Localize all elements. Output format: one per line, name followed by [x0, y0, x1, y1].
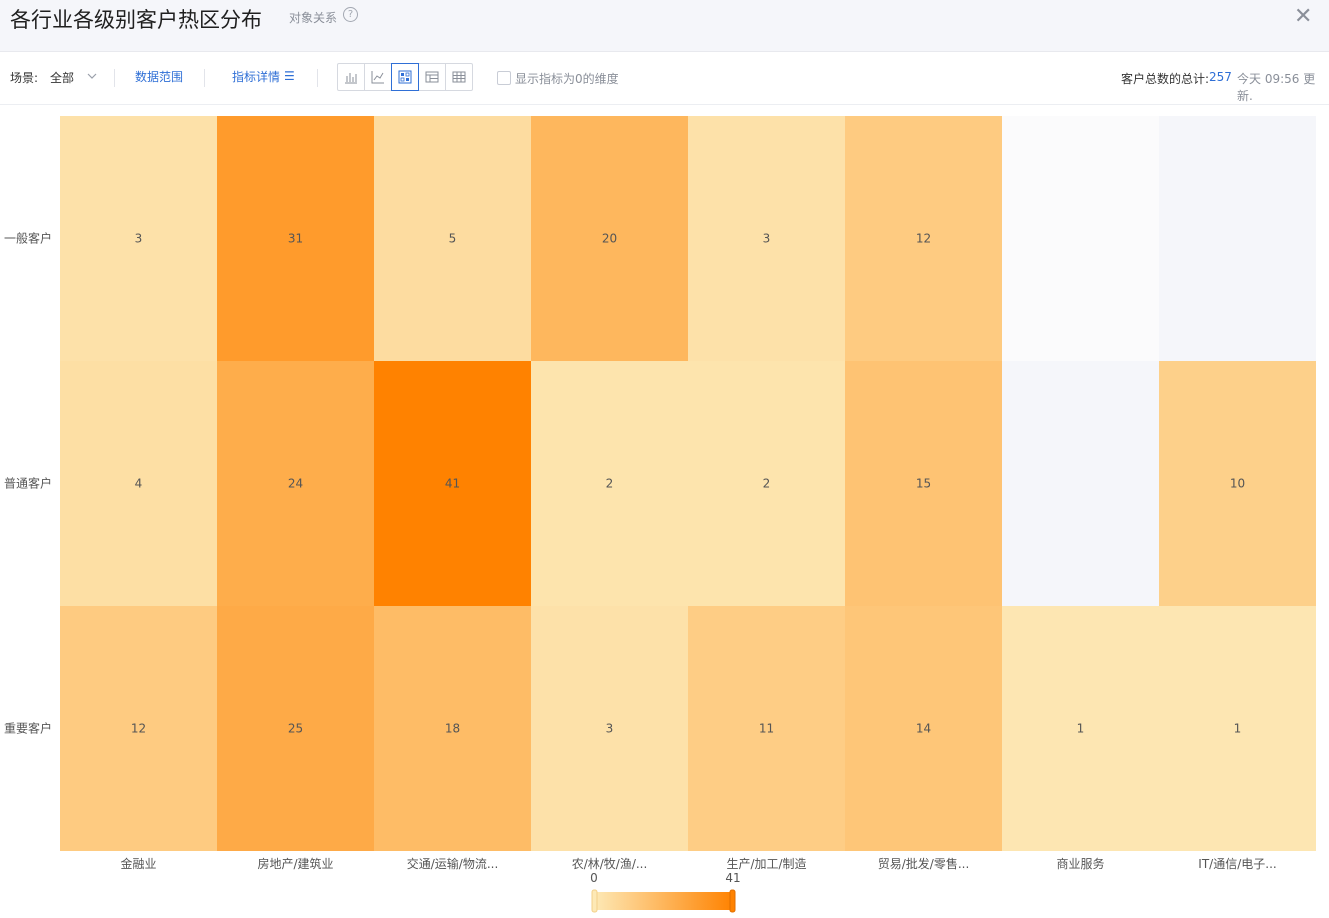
x-axis-label: 生产/加工/制造 — [726, 857, 806, 871]
cell-value-label: 25 — [288, 722, 303, 736]
cell-value-label: 2 — [606, 477, 614, 491]
legend-max-handle[interactable] — [729, 889, 736, 913]
table-icon — [452, 71, 466, 83]
cell-value-label: 10 — [1230, 477, 1245, 491]
x-axis-label: 商业服务 — [1056, 856, 1104, 871]
list-icon[interactable]: ☰ — [284, 69, 295, 83]
page-title: 各行业各级别客户热区分布 — [10, 8, 262, 32]
y-axis-label: 重要客户 — [4, 721, 52, 736]
show-zero-label: 显示指标为0的维度 — [515, 72, 619, 86]
heatmap-button[interactable] — [391, 63, 419, 91]
cell-value-label: 5 — [449, 232, 457, 246]
divider — [114, 69, 115, 87]
object-relation-label: 对象关系 — [289, 11, 338, 25]
pivot-table-icon — [425, 71, 439, 83]
x-axis-label: 交通/运输/物流... — [407, 856, 499, 871]
line-chart-button[interactable] — [364, 63, 392, 91]
dialog-header: 各行业各级别客户热区分布 对象关系 ? ✕ — [0, 0, 1329, 52]
cell-value-label: 15 — [916, 477, 931, 491]
bar-chart-button[interactable] — [337, 63, 365, 91]
cell-value-label: 12 — [131, 722, 146, 736]
cell-value-label: 14 — [916, 722, 931, 736]
legend-min-label: 0 — [590, 871, 598, 885]
cell-value-label: 3 — [606, 722, 614, 736]
toolbar: 场景: 全部 数据范围 指标详情 ☰ 显示指标为0的维度 客户总数的总计: 25… — [0, 53, 1329, 105]
cell-value-label: 1 — [1077, 722, 1085, 736]
scene-select[interactable]: 全部 — [50, 69, 74, 86]
heatmap-cell-empty[interactable] — [1159, 116, 1316, 361]
cell-value-label: 11 — [759, 722, 774, 736]
cell-value-label: 3 — [763, 232, 771, 246]
y-axis-label: 普通客户 — [4, 476, 52, 491]
heatmap-cell-empty[interactable] — [1002, 361, 1159, 606]
total-value: 257 — [1209, 70, 1232, 84]
pivot-table-button[interactable] — [418, 63, 446, 91]
color-scale-bar — [594, 892, 733, 910]
cell-value-label: 4 — [135, 477, 143, 491]
heatmap-icon — [398, 70, 412, 84]
x-axis-label: IT/通信/电子... — [1198, 857, 1276, 871]
view-switcher — [337, 63, 473, 91]
y-axis-label: 一般客户 — [4, 231, 52, 246]
cell-value-label: 20 — [602, 232, 617, 246]
divider — [204, 69, 205, 87]
legend-max-label: 41 — [725, 871, 740, 885]
metric-detail-link[interactable]: 指标详情 — [232, 68, 280, 85]
divider — [317, 69, 318, 87]
total-label: 客户总数的总计: — [1121, 72, 1210, 86]
cell-value-label: 18 — [445, 722, 460, 736]
line-chart-icon — [371, 71, 384, 84]
cell-value-label: 24 — [288, 477, 303, 491]
question-circle-icon[interactable]: ? — [343, 7, 358, 22]
heatmap-chart: 3 31 5 20 3 124 24 41 2 2 15 1012 25 18 3 11 14 1 1 一般客户普通… — [4, 116, 1316, 913]
show-zero-checkbox[interactable] — [497, 71, 511, 85]
cell-value-label: 12 — [916, 232, 931, 246]
bar-chart-icon — [345, 73, 357, 84]
heatmap-cell-empty[interactable] — [1002, 116, 1159, 361]
x-axis-label: 房地产/建筑业 — [257, 856, 333, 871]
x-axis-label: 贸易/批发/零售... — [878, 856, 970, 871]
close-icon[interactable]: ✕ — [1294, 6, 1312, 28]
cell-value-label: 3 — [135, 232, 143, 246]
x-axis-label: 农/林/牧/渔/... — [572, 857, 648, 871]
legend-min-handle[interactable] — [591, 889, 598, 913]
x-axis-label: 金融业 — [120, 856, 156, 871]
cell-value-label: 31 — [288, 232, 303, 246]
chevron-down-icon[interactable] — [86, 70, 98, 82]
scene-label: 场景: — [10, 71, 39, 85]
table-button[interactable] — [445, 63, 473, 91]
data-range-link[interactable]: 数据范围 — [135, 68, 183, 85]
cell-value-label: 41 — [445, 477, 460, 491]
update-time: 今天 09:56 更新. — [1237, 72, 1316, 103]
cell-value-label: 2 — [763, 477, 771, 491]
cell-value-label: 1 — [1234, 722, 1242, 736]
